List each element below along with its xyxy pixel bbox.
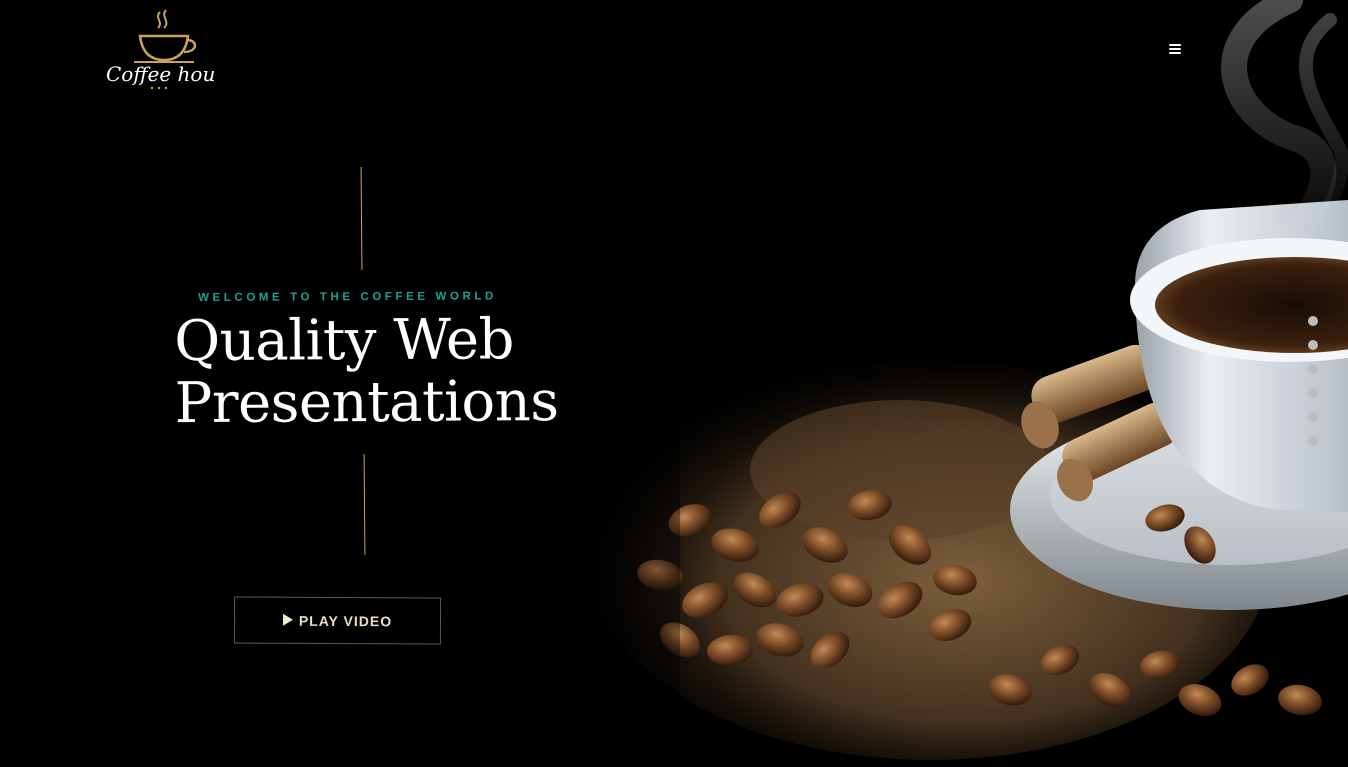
- slider-pagination: [1308, 316, 1318, 460]
- hero-headline-line2: Presentations: [174, 369, 559, 437]
- slider-dot-6[interactable]: [1308, 436, 1318, 446]
- coffee-house-logo[interactable]: Coffee house: [104, 8, 214, 92]
- hero-divider-bottom: [363, 453, 366, 556]
- hamburger-menu-icon: [1169, 44, 1181, 54]
- hero-divider-top: [360, 166, 363, 271]
- brand-name: Coffee house: [106, 62, 214, 86]
- menu-button[interactable]: [1165, 40, 1185, 58]
- slider-dot-2[interactable]: [1308, 340, 1318, 350]
- slider-dot-1[interactable]: [1308, 316, 1318, 326]
- slider-dot-3[interactable]: [1308, 364, 1318, 374]
- hero-headline: Quality Web Presentations: [174, 307, 559, 437]
- slider-dot-5[interactable]: [1308, 412, 1318, 422]
- hero-text-block: WELCOME TO THE COFFEE WORLD Quality Web …: [172, 287, 592, 436]
- play-icon: [282, 613, 293, 626]
- hero-headline-line1: Quality Web: [174, 307, 515, 375]
- hero-eyebrow: WELCOME TO THE COFFEE WORLD: [198, 290, 497, 304]
- coffee-cup-logo-icon: Coffee house: [106, 9, 214, 90]
- play-video-button[interactable]: PLAY VIDEO: [233, 596, 442, 645]
- play-video-label: PLAY VIDEO: [298, 612, 393, 629]
- slider-dot-4[interactable]: [1308, 388, 1318, 398]
- page: Coffee house WELCOME TO THE COFFEE WORLD…: [0, 0, 1348, 767]
